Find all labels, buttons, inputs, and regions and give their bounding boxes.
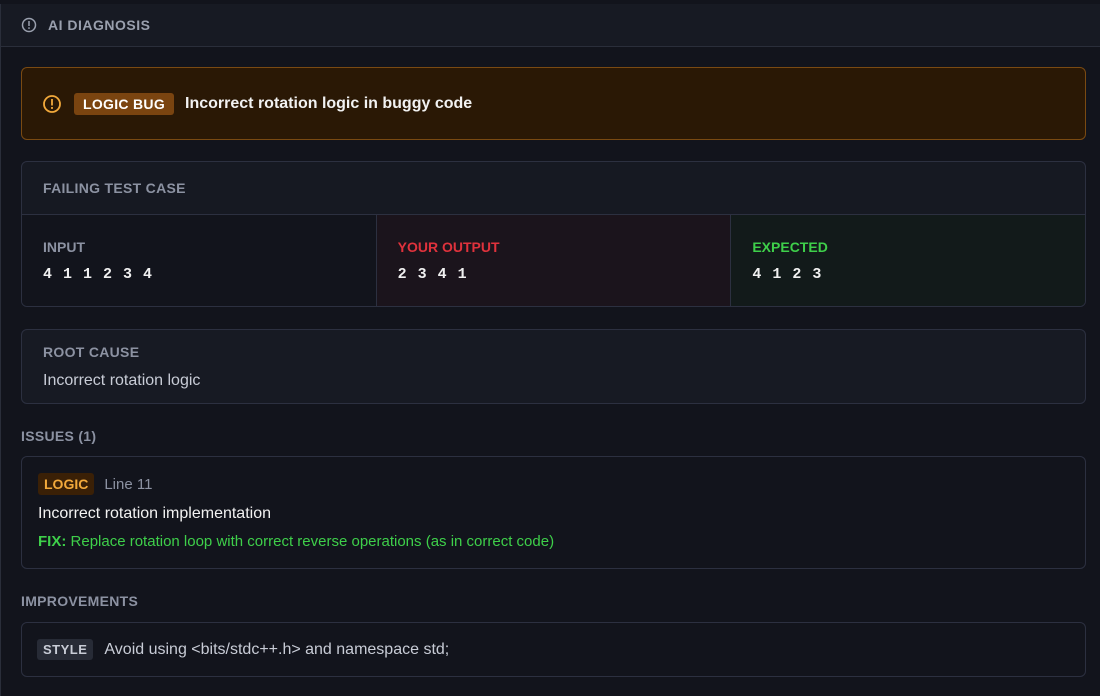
input-value: 4 1 1 2 3 4 <box>43 266 154 283</box>
root-cause-card: ROOT CAUSE Incorrect rotation logic <box>21 329 1086 404</box>
test-input-column: INPUT 4 1 1 2 3 4 <box>22 215 376 306</box>
expected-label: EXPECTED <box>752 239 828 255</box>
input-label: INPUT <box>43 239 85 255</box>
fix-text: Replace rotation loop with correct rever… <box>70 533 555 550</box>
issue-title: Incorrect rotation implementation <box>38 505 271 522</box>
test-expected-column: EXPECTED 4 1 2 3 <box>730 215 1085 306</box>
issues-section-label: ISSUES (1) <box>21 428 97 444</box>
improvement-card: STYLE Avoid using <bits/stdc++.h> and na… <box>21 622 1086 677</box>
issue-card: LOGIC Line 11 Incorrect rotation impleme… <box>21 456 1086 569</box>
improvements-section-label: IMPROVEMENTS <box>21 593 139 609</box>
ai-diagnosis-panel: AI DIAGNOSIS LOGIC BUG Incorrect rotatio… <box>0 4 1100 696</box>
improvement-type-badge: STYLE <box>37 639 94 660</box>
bug-title: Incorrect rotation logic in buggy code <box>185 94 473 112</box>
issue-type-badge: LOGIC <box>38 473 95 495</box>
expected-value: 4 1 2 3 <box>752 266 823 283</box>
fix-label: FIX: <box>38 533 67 550</box>
root-cause-text: Incorrect rotation logic <box>43 372 201 389</box>
improvement-text: Avoid using <bits/stdc++.h> and namespac… <box>104 640 450 658</box>
failing-test-case-title: FAILING TEST CASE <box>22 162 1085 215</box>
panel-title: AI DIAGNOSIS <box>48 17 151 33</box>
bug-type-badge: LOGIC BUG <box>74 92 175 115</box>
panel-header[interactable]: AI DIAGNOSIS <box>1 4 1100 47</box>
your-output-value: 2 3 4 1 <box>397 266 468 283</box>
test-output-column: YOUR OUTPUT 2 3 4 1 <box>375 215 731 306</box>
issue-line-number[interactable]: Line 11 <box>104 476 152 493</box>
issue-fix: FIX: Replace rotation loop with correct … <box>38 533 1069 550</box>
root-cause-label: ROOT CAUSE <box>43 344 140 360</box>
bug-banner: LOGIC BUG Incorrect rotation logic in bu… <box>21 67 1086 140</box>
info-circle-icon <box>21 17 37 33</box>
warning-circle-icon <box>42 94 62 114</box>
your-output-label: YOUR OUTPUT <box>397 239 500 255</box>
failing-test-case-card: FAILING TEST CASE INPUT 4 1 1 2 3 4 YOUR… <box>21 161 1086 307</box>
